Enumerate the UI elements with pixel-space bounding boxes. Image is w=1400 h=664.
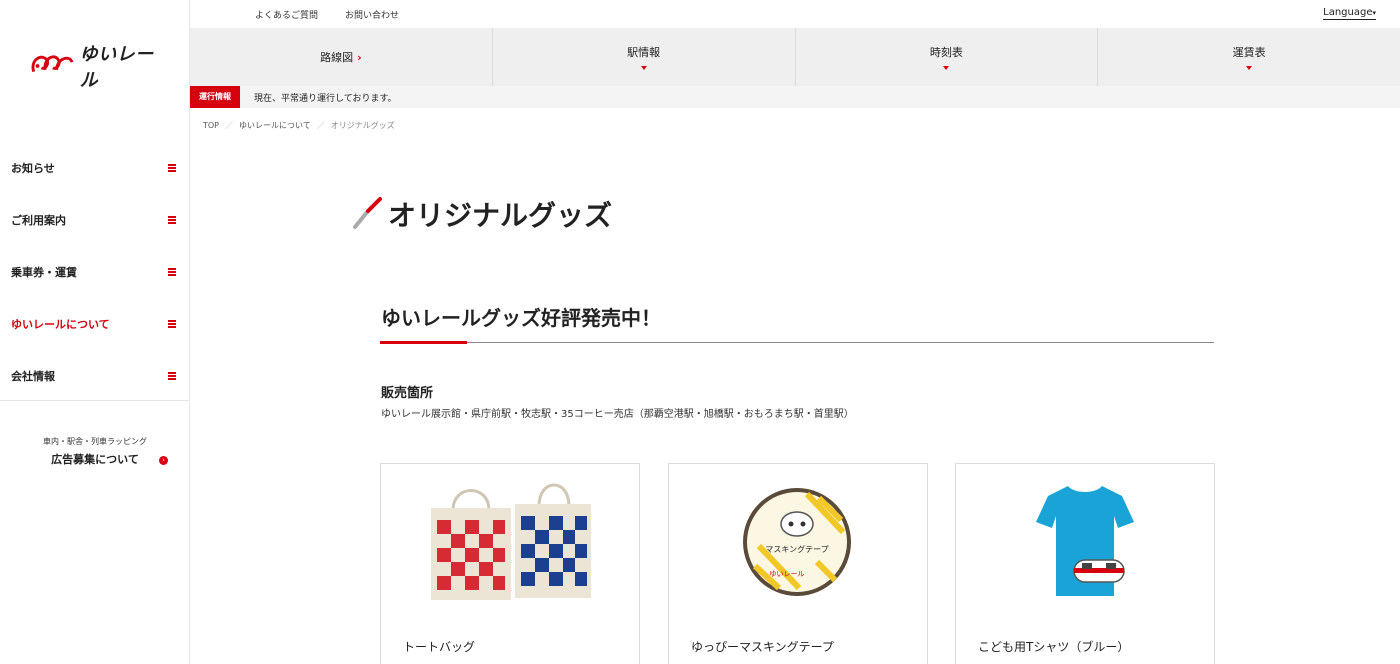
product-name: トートバッグ (403, 640, 476, 654)
logo-mark-icon (31, 55, 74, 73)
menu-icon (168, 164, 176, 172)
breadcrumb-parent[interactable]: ゆいレールについて (239, 120, 311, 131)
breadcrumb: TOP ／ ゆいレールについて ／ オリジナルグッズ (203, 120, 395, 131)
masking-tape-image: マスキングテープ ゆいレール (743, 488, 851, 596)
svg-text:ゆいレール: ゆいレール (770, 570, 805, 578)
global-nav: 路線図 › 駅情報 時刻表 運賃表 (190, 28, 1400, 86)
section-underline-accent (380, 341, 467, 344)
sidebar: ゆいレール お知らせ ご利用案内 乗車券・運賃 ゆいレールについて 会社情報 車… (0, 0, 190, 664)
menu-icon (168, 268, 176, 276)
nav-label: 路線図 (320, 51, 354, 64)
sidebar-item-label: 会社情報 (11, 370, 55, 383)
caret-down-icon (640, 66, 647, 70)
sidebar-item-label: ご利用案内 (11, 214, 66, 227)
operation-status: 現在、平常通り運行しております。 (254, 93, 397, 104)
nav-stations[interactable]: 駅情報 (493, 28, 796, 86)
slash-accent-icon (353, 197, 382, 229)
nav-label: 運賃表 (1232, 46, 1266, 59)
sidebar-item-label: 乗車券・運賃 (11, 266, 77, 279)
sidebar-item-guide[interactable]: ご利用案内 (0, 194, 190, 246)
arrow-right-icon: › (159, 456, 168, 465)
sidebar-item-label: お知らせ (11, 162, 55, 175)
nav-timetable[interactable]: 時刻表 (796, 28, 1099, 86)
breadcrumb-separator: ／ (316, 121, 325, 130)
sidebar-item-about[interactable]: ゆいレールについて (0, 298, 190, 350)
sidebar-item-news[interactable]: お知らせ (0, 142, 190, 194)
caret-down-icon (943, 66, 950, 70)
nav-fares[interactable]: 運賃表 (1098, 28, 1400, 86)
chevron-right-icon: › (357, 50, 362, 64)
product-name: ゆっぴーマスキングテープ (691, 640, 834, 654)
product-name: こども用Tシャツ（ブルー） (978, 640, 1130, 654)
utility-bar: よくあるご質問 お問い合わせ Language▾ (190, 0, 1400, 28)
sidebar-item-label: ゆいレールについて (11, 318, 110, 331)
nav-label: 駅情報 (627, 46, 661, 59)
sidebar-divider (0, 400, 190, 401)
section-title: ゆいレールグッズ好評発売中！ (381, 306, 661, 330)
menu-icon (168, 372, 176, 380)
sales-locations: ゆいレール展示館・県庁前駅・牧志駅・35コーヒー売店（那覇空港駅・旭橋駅・おもろ… (381, 409, 854, 420)
section-underline (380, 342, 1214, 343)
ad-recruitment-link[interactable]: 車内・駅舎・列車ラッピング 広告募集について › (0, 436, 190, 467)
faq-link[interactable]: よくあるご質問 (255, 8, 318, 21)
language-label: Language (1323, 7, 1373, 18)
contact-link[interactable]: お問い合わせ (345, 8, 399, 21)
product-card-kids-tshirt[interactable]: こども用Tシャツ（ブルー） (955, 463, 1215, 664)
logo-text: ゆいレール (79, 44, 154, 91)
tote-bag-image (431, 483, 591, 600)
caret-down-icon (1246, 66, 1253, 70)
product-card-tote[interactable]: トートバッグ (380, 463, 640, 664)
nav-label: 時刻表 (929, 46, 963, 59)
operation-info-bar: 運行情報 現在、平常通り運行しております。 (190, 86, 1400, 108)
page-title: オリジナルグッズ (388, 199, 613, 232)
product-card-masking-tape[interactable]: マスキングテープ ゆいレール ゆっぴーマスキングテープ (668, 463, 928, 664)
operation-badge[interactable]: 運行情報 (190, 86, 240, 108)
sidebar-item-tickets[interactable]: 乗車券・運賃 (0, 246, 190, 298)
menu-icon (168, 216, 176, 224)
breadcrumb-separator: ／ (225, 121, 234, 130)
logo[interactable]: ゆいレール (28, 44, 168, 91)
breadcrumb-current: オリジナルグッズ (330, 121, 395, 130)
page-title-wrap: オリジナルグッズ (352, 194, 612, 234)
breadcrumb-home[interactable]: TOP (203, 121, 219, 130)
caret-down-icon: ▾ (1372, 9, 1376, 17)
side-menu: お知らせ ご利用案内 乗車券・運賃 ゆいレールについて 会社情報 (0, 142, 190, 402)
tshirt-image (1036, 486, 1134, 596)
sidebar-item-company[interactable]: 会社情報 (0, 350, 190, 402)
ad-subtitle: 車内・駅舎・列車ラッピング (43, 437, 147, 446)
menu-icon (168, 320, 176, 328)
nav-route-map[interactable]: 路線図 › (190, 28, 493, 86)
svg-text:マスキングテープ: マスキングテープ (765, 544, 828, 554)
sales-heading: 販売箇所 (381, 386, 434, 401)
language-selector[interactable]: Language▾ (1323, 7, 1376, 20)
